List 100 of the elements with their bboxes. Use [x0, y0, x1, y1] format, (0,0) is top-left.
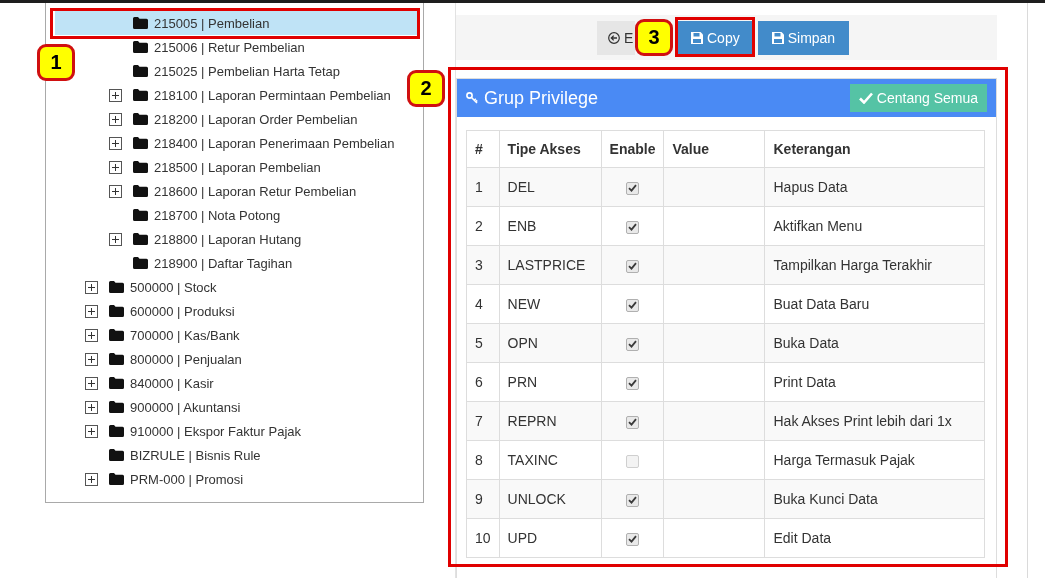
plus-box-icon[interactable]: [85, 280, 98, 294]
table-cell: 4: [466, 284, 500, 324]
folder-icon: [109, 425, 124, 437]
tree-item[interactable]: 900000 | Akuntansi: [85, 395, 241, 419]
check-icon: [858, 92, 873, 104]
folder-icon: [133, 137, 148, 149]
tree-item[interactable]: 600000 | Produksi: [85, 299, 235, 323]
table-cell: REPRN: [499, 401, 602, 441]
table-cell: Hapus Data: [765, 167, 985, 207]
tree-item[interactable]: 218900 | Daftar Tagihan: [109, 251, 293, 275]
folder-icon: [133, 41, 148, 53]
plus-box-icon[interactable]: [109, 232, 122, 246]
annotation-badge: 2: [407, 70, 445, 107]
toolbar-button[interactable]: E: [597, 20, 635, 55]
plus-box-icon[interactable]: [109, 88, 122, 102]
plus-box-icon[interactable]: [109, 136, 122, 150]
annotation-badge: 3: [635, 19, 673, 56]
table-cell: 3: [466, 245, 500, 285]
plus-box-icon[interactable]: [85, 328, 98, 342]
plus-box-icon[interactable]: [85, 400, 98, 414]
tree-item[interactable]: 700000 | Kas/Bank: [85, 323, 240, 347]
checkbox[interactable]: [626, 532, 640, 546]
table-cell: Edit Data: [765, 518, 985, 558]
tree-item[interactable]: 218600 | Laporan Retur Pembelian: [109, 179, 357, 203]
column-header: Keterangan: [765, 130, 985, 168]
folder-icon: [133, 185, 148, 197]
table-cell: ENB: [499, 206, 602, 246]
tree-item[interactable]: 218100 | Laporan Permintaan Pembelian: [109, 83, 391, 107]
folder-icon: [133, 17, 148, 29]
table-cell: Print Data: [765, 362, 985, 402]
tree-item[interactable]: PRM-000 | Promosi: [85, 467, 244, 491]
checkbox[interactable]: [626, 376, 640, 390]
table-cell: 9: [466, 479, 500, 519]
folder-icon: [109, 473, 124, 485]
table-cell: NEW: [499, 284, 602, 324]
table-cell: OPN: [499, 323, 602, 363]
tree-item[interactable]: 215006 | Retur Pembelian: [109, 35, 305, 59]
table-cell: DEL: [499, 167, 602, 207]
checkbox[interactable]: [626, 454, 640, 468]
table-cell: 10: [466, 518, 500, 558]
folder-icon: [109, 281, 124, 293]
folder-icon: [133, 209, 148, 221]
tree-item[interactable]: 218400 | Laporan Penerimaan Pembelian: [109, 131, 395, 155]
column-header: Value: [664, 130, 765, 168]
folder-icon: [133, 257, 148, 269]
checkbox[interactable]: [626, 181, 640, 195]
checkbox[interactable]: [626, 259, 640, 273]
annotation-badge: 1: [37, 44, 75, 81]
folder-icon: [109, 401, 124, 413]
table-cell: Buka Kunci Data: [765, 479, 985, 519]
table-cell: TAXINC: [499, 440, 602, 480]
tree-item[interactable]: 800000 | Penjualan: [85, 347, 242, 371]
tree-item[interactable]: 500000 | Stock: [85, 275, 217, 299]
table-cell: Tampilkan Harga Terakhir: [765, 245, 985, 285]
plus-box-icon[interactable]: [85, 472, 98, 486]
tree-item[interactable]: 215025 | Pembelian Harta Tetap: [109, 59, 340, 83]
table-cell: LASTPRICE: [499, 245, 602, 285]
plus-box-icon[interactable]: [85, 304, 98, 318]
table-cell: UPD: [499, 518, 602, 558]
tree-item[interactable]: BIZRULE | Bisnis Rule: [85, 443, 261, 467]
folder-icon: [133, 233, 148, 245]
column-header: Tipe Akses: [499, 130, 602, 168]
plus-box-icon[interactable]: [85, 376, 98, 390]
toolbar-button[interactable]: Simpan: [757, 20, 850, 55]
checkbox[interactable]: [626, 337, 640, 351]
tree-item[interactable]: 215005 | Pembelian: [55, 11, 417, 35]
table-cell: 6: [466, 362, 500, 402]
column-header: Enable: [601, 130, 664, 168]
checkbox[interactable]: [626, 298, 640, 312]
plus-box-icon[interactable]: [85, 424, 98, 438]
tree-item[interactable]: 218800 | Laporan Hutang: [109, 227, 302, 251]
circle-arrow-left-icon: [608, 31, 620, 44]
table-cell: Aktifkan Menu: [765, 206, 985, 246]
key-icon: [466, 92, 478, 104]
tree-item[interactable]: 218700 | Nota Potong: [109, 203, 281, 227]
folder-icon: [133, 89, 148, 101]
checkbox[interactable]: [626, 493, 640, 507]
checkbox[interactable]: [626, 415, 640, 429]
table-cell: 8: [466, 440, 500, 480]
table-cell: 7: [466, 401, 500, 441]
folder-icon: [109, 305, 124, 317]
folder-icon: [133, 161, 148, 173]
tree-item[interactable]: 218500 | Laporan Pembelian: [109, 155, 321, 179]
table-cell: Hak Akses Print lebih dari 1x: [765, 401, 985, 441]
toolbar-button[interactable]: Copy: [677, 20, 754, 55]
table-cell: Buat Data Baru: [765, 284, 985, 324]
table-cell: 5: [466, 323, 500, 363]
plus-box-icon[interactable]: [85, 352, 98, 366]
panel-title: Grup Privilege: [484, 87, 599, 109]
plus-box-icon[interactable]: [109, 112, 122, 126]
table-cell: Buka Data: [765, 323, 985, 363]
table-cell: PRN: [499, 362, 602, 402]
plus-box-icon[interactable]: [109, 160, 122, 174]
tree-item[interactable]: 840000 | Kasir: [85, 371, 214, 395]
plus-box-icon[interactable]: [109, 184, 122, 198]
tree-item[interactable]: 910000 | Ekspor Faktur Pajak: [85, 419, 302, 443]
tree-item[interactable]: 218200 | Laporan Order Pembelian: [109, 107, 358, 131]
checkbox[interactable]: [626, 220, 640, 234]
table-cell: 1: [466, 167, 500, 207]
table-cell: UNLOCK: [499, 479, 602, 519]
